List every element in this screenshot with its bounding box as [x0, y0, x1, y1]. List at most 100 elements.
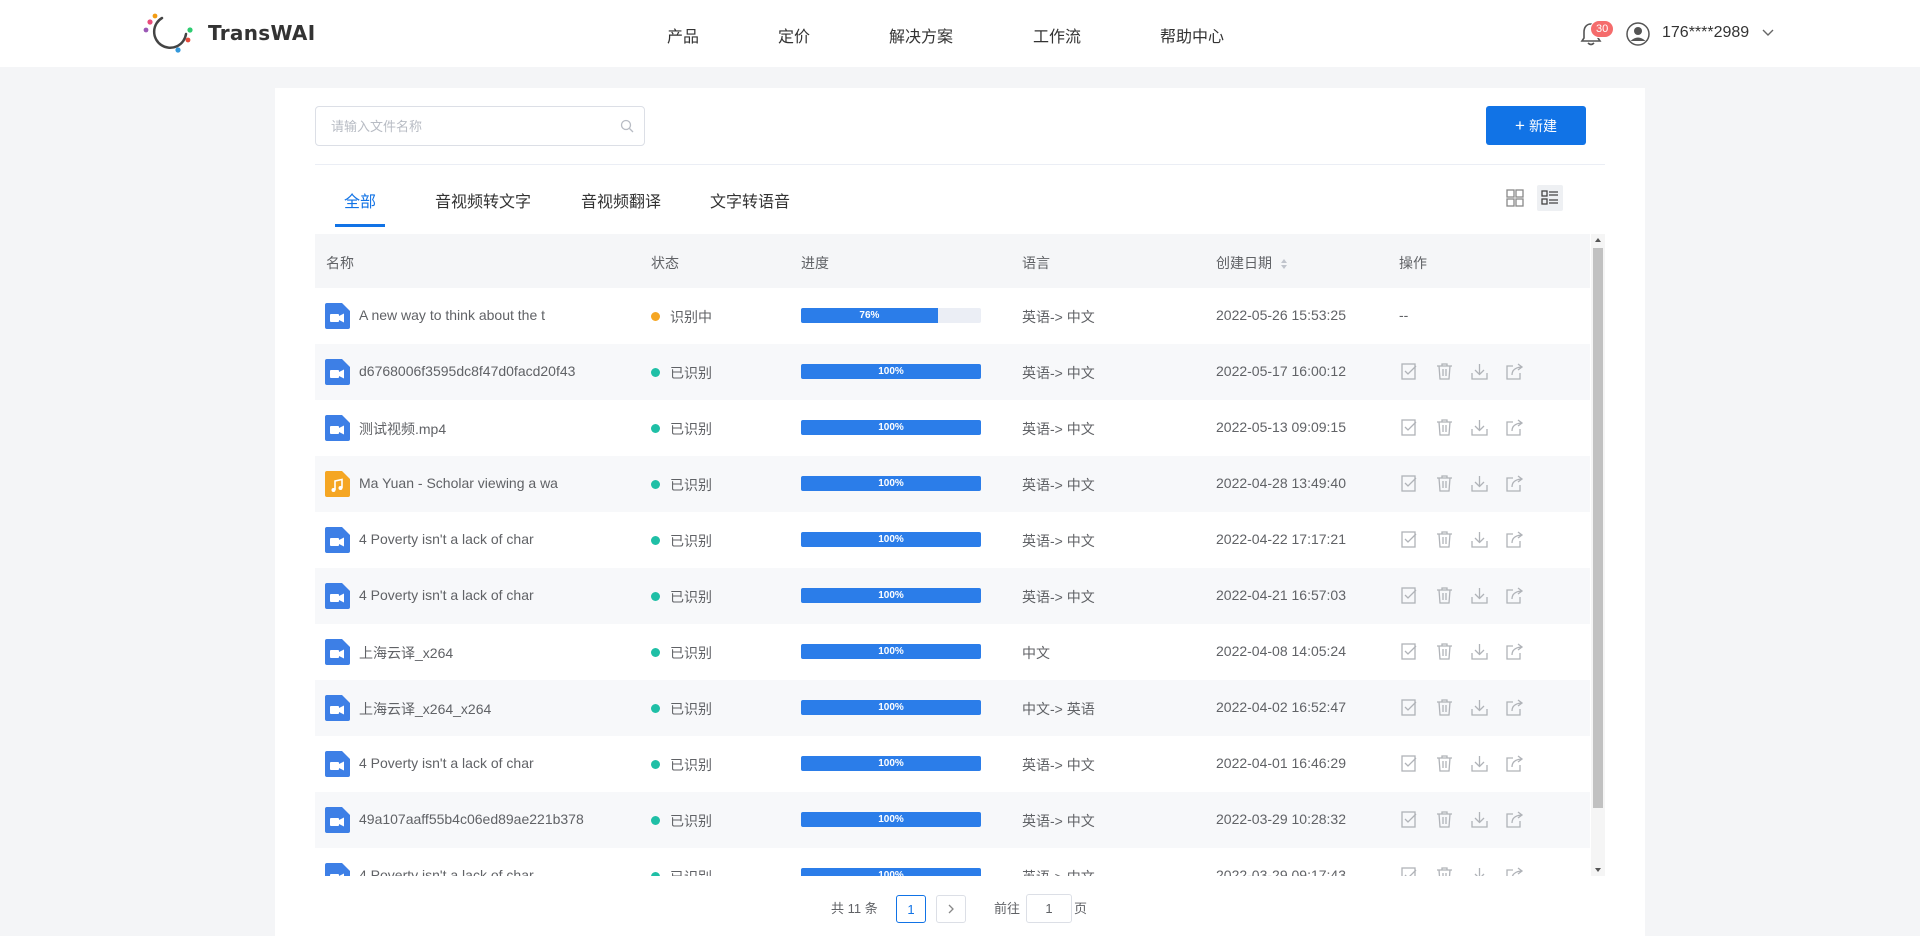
share-icon[interactable]	[1504, 809, 1525, 830]
delete-icon[interactable]	[1434, 697, 1455, 718]
grid-view-icon[interactable]	[1503, 186, 1527, 210]
download-icon[interactable]	[1469, 361, 1490, 382]
delete-icon[interactable]	[1434, 809, 1455, 830]
file-name[interactable]: 测试视频.mp4	[359, 419, 446, 439]
share-icon[interactable]	[1504, 753, 1525, 774]
share-icon[interactable]	[1504, 529, 1525, 550]
download-icon[interactable]	[1469, 865, 1490, 876]
progress-fill: 100%	[801, 756, 981, 771]
file-name[interactable]: 4 Poverty isn't a lack of char	[359, 587, 534, 603]
edit-icon[interactable]	[1399, 641, 1420, 662]
delete-icon[interactable]	[1434, 641, 1455, 662]
share-icon[interactable]	[1504, 417, 1525, 438]
row-actions	[1399, 529, 1525, 550]
edit-icon[interactable]	[1399, 809, 1420, 830]
share-icon[interactable]	[1504, 361, 1525, 382]
search-input[interactable]	[331, 107, 611, 145]
delete-icon[interactable]	[1434, 417, 1455, 438]
tab-audio-video-to-text[interactable]: 音视频转文字	[435, 188, 531, 212]
file-name[interactable]: 4 Poverty isn't a lack of char	[359, 755, 534, 771]
nav-item-product[interactable]: 产品	[667, 23, 699, 47]
table-row[interactable]: 上海云译_x264 已识别 100% 中文 2022-04-08 14:05:2…	[315, 624, 1590, 680]
share-icon[interactable]	[1504, 473, 1525, 494]
user-phone[interactable]: 176****2989	[1662, 24, 1749, 42]
tab-audio-video-translation[interactable]: 音视频翻译	[581, 188, 661, 212]
table-row[interactable]: Ma Yuan - Scholar viewing a wa 已识别 100% …	[315, 456, 1590, 512]
file-name[interactable]: 4 Poverty isn't a lack of char	[359, 531, 534, 547]
download-icon[interactable]	[1469, 417, 1490, 438]
download-icon[interactable]	[1469, 529, 1490, 550]
file-name[interactable]: 上海云译_x264	[359, 643, 453, 663]
table-row[interactable]: A new way to think about the t 识别中 76% 英…	[315, 288, 1590, 344]
next-page-button[interactable]	[936, 895, 966, 923]
file-name[interactable]: A new way to think about the t	[359, 307, 545, 323]
delete-icon[interactable]	[1434, 473, 1455, 494]
nav-item-pricing[interactable]: 定价	[778, 23, 810, 47]
chevron-down-icon[interactable]	[1762, 28, 1774, 38]
table-row[interactable]: 4 Poverty isn't a lack of char 已识别 100% …	[315, 512, 1590, 568]
table-row[interactable]: 上海云译_x264_x264 已识别 100% 中文-> 英语 2022-04-…	[315, 680, 1590, 736]
file-name[interactable]: 上海云译_x264_x264	[359, 699, 491, 719]
edit-icon[interactable]	[1399, 417, 1420, 438]
download-icon[interactable]	[1469, 697, 1490, 718]
edit-icon[interactable]	[1399, 361, 1420, 382]
table-row[interactable]: 4 Poverty isn't a lack of char 已识别 100% …	[315, 848, 1590, 876]
edit-icon[interactable]	[1399, 529, 1420, 550]
table-row[interactable]: d6768006f3595dc8f47d0facd20f43 已识别 100% …	[315, 344, 1590, 400]
file-name[interactable]: d6768006f3595dc8f47d0facd20f43	[359, 363, 575, 379]
created-date: 2022-04-01 16:46:29	[1216, 755, 1346, 771]
share-icon[interactable]	[1504, 585, 1525, 606]
search-icon[interactable]	[620, 119, 634, 133]
download-icon[interactable]	[1469, 753, 1490, 774]
share-icon[interactable]	[1504, 865, 1525, 876]
edit-icon[interactable]	[1399, 865, 1420, 876]
edit-icon[interactable]	[1399, 697, 1420, 718]
share-icon[interactable]	[1504, 641, 1525, 662]
tab-text-to-speech[interactable]: 文字转语音	[710, 188, 790, 212]
download-icon[interactable]	[1469, 641, 1490, 662]
header-created-date[interactable]: 创建日期	[1216, 253, 1288, 273]
avatar-icon[interactable]	[1626, 22, 1650, 46]
download-icon[interactable]	[1469, 585, 1490, 606]
edit-icon[interactable]	[1399, 753, 1420, 774]
language: 英语-> 中文	[1022, 421, 1095, 437]
sort-icon[interactable]	[1280, 258, 1288, 270]
goto-prefix: 前往	[994, 901, 1021, 916]
share-icon[interactable]	[1504, 697, 1525, 718]
row-actions	[1399, 473, 1525, 494]
download-icon[interactable]	[1469, 809, 1490, 830]
new-button-label: 新建	[1528, 117, 1557, 134]
list-view-button[interactable]	[1537, 185, 1563, 211]
table-scrollbar[interactable]	[1591, 234, 1605, 876]
language: 英语-> 中文	[1022, 477, 1095, 493]
nav-item-help-center[interactable]: 帮助中心	[1160, 23, 1224, 47]
file-name[interactable]: 4 Poverty isn't a lack of char	[359, 867, 534, 876]
new-button[interactable]: + 新建	[1486, 106, 1586, 145]
brand-logo[interactable]: TransWAI	[142, 12, 315, 54]
download-icon[interactable]	[1469, 473, 1490, 494]
tab-all[interactable]: 全部	[344, 188, 376, 212]
delete-icon[interactable]	[1434, 865, 1455, 876]
table-row[interactable]: 测试视频.mp4 已识别 100% 英语-> 中文 2022-05-13 09:…	[315, 400, 1590, 456]
scroll-up-icon[interactable]	[1594, 236, 1602, 244]
table-row[interactable]: 4 Poverty isn't a lack of char 已识别 100% …	[315, 736, 1590, 792]
scroll-thumb[interactable]	[1593, 248, 1603, 808]
delete-icon[interactable]	[1434, 529, 1455, 550]
delete-icon[interactable]	[1434, 753, 1455, 774]
page-number[interactable]: 1	[896, 895, 926, 923]
delete-icon[interactable]	[1434, 585, 1455, 606]
file-name[interactable]: 49a107aaff55b4c06ed89ae221b378	[359, 811, 584, 827]
active-tab-indicator	[335, 224, 385, 227]
file-name[interactable]: Ma Yuan - Scholar viewing a wa	[359, 475, 558, 491]
goto-page-input[interactable]	[1026, 894, 1072, 923]
edit-icon[interactable]	[1399, 585, 1420, 606]
table-row[interactable]: 4 Poverty isn't a lack of char 已识别 100% …	[315, 568, 1590, 624]
edit-icon[interactable]	[1399, 473, 1420, 494]
nav-item-solutions[interactable]: 解决方案	[889, 23, 953, 47]
nav-item-workflow[interactable]: 工作流	[1033, 23, 1081, 47]
table-row[interactable]: 49a107aaff55b4c06ed89ae221b378 已识别 100% …	[315, 792, 1590, 848]
progress-label: 100%	[878, 534, 904, 545]
scroll-down-icon[interactable]	[1594, 866, 1602, 874]
delete-icon[interactable]	[1434, 361, 1455, 382]
progress-fill: 76%	[801, 308, 938, 323]
